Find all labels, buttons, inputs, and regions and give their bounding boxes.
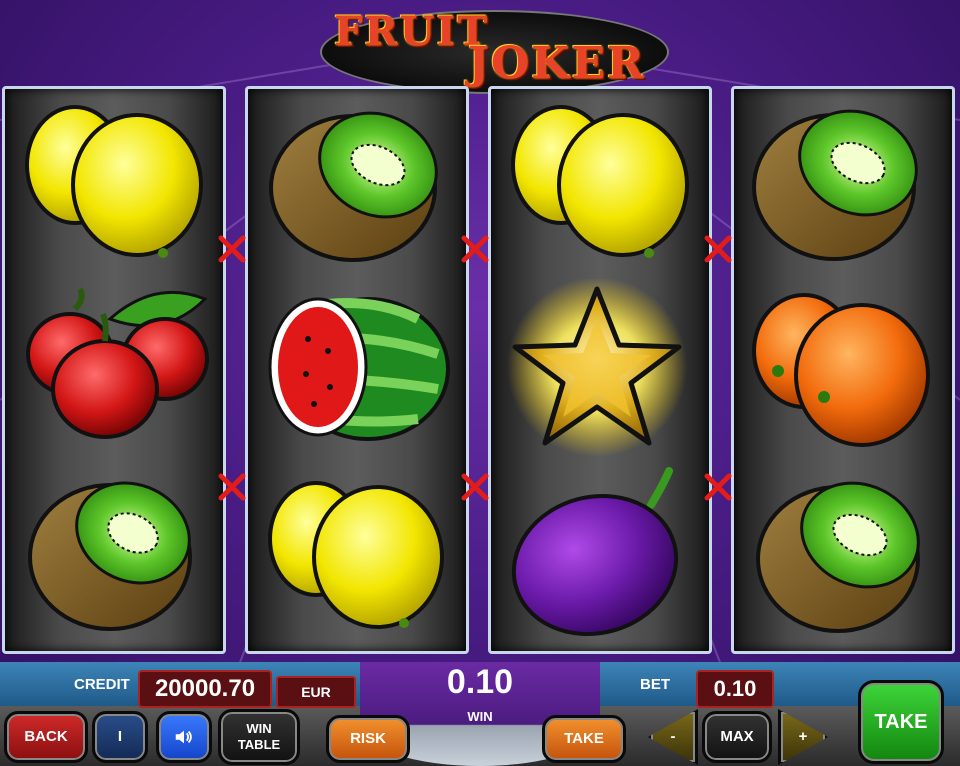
symbol-cherry bbox=[5, 279, 223, 459]
kiwi-icon bbox=[28, 481, 192, 631]
win-table-label: WIN TABLE bbox=[238, 721, 280, 753]
reel-4 bbox=[731, 86, 955, 654]
win-value: 0.10 bbox=[446, 663, 514, 701]
win-table-line1: WIN bbox=[246, 721, 272, 736]
kiwi-icon bbox=[269, 111, 438, 262]
watermelon-icon bbox=[268, 297, 450, 441]
risk-button[interactable]: RISK bbox=[326, 715, 410, 763]
symbol-kiwi bbox=[5, 465, 223, 645]
plum-icon bbox=[511, 467, 679, 637]
currency-badge: EUR bbox=[276, 676, 356, 708]
speaker-icon bbox=[175, 730, 192, 744]
back-button[interactable]: BACK bbox=[4, 711, 88, 763]
symbol-orange bbox=[734, 279, 952, 459]
symbol-kiwi bbox=[248, 93, 466, 273]
kiwi-icon bbox=[752, 109, 918, 261]
symbol-watermelon bbox=[248, 279, 466, 459]
bet-value: 0.10 bbox=[696, 670, 774, 708]
take-button[interactable]: TAKE bbox=[858, 680, 944, 764]
info-button[interactable]: I bbox=[92, 711, 148, 763]
symbol-lemon bbox=[248, 465, 466, 645]
symbol-star bbox=[491, 277, 709, 459]
x-marker bbox=[460, 472, 490, 502]
take-gamble-button[interactable]: TAKE bbox=[542, 715, 626, 763]
lemon-icon bbox=[511, 105, 689, 258]
logo-word-fruit: FRUIT bbox=[334, 8, 489, 55]
reel-2 bbox=[245, 86, 469, 654]
lemon-icon bbox=[268, 481, 444, 629]
credit-label: CREDIT bbox=[74, 676, 130, 693]
max-bet-button[interactable]: MAX bbox=[702, 711, 772, 763]
x-marker bbox=[217, 234, 247, 264]
win-table-button[interactable]: WIN TABLE bbox=[218, 709, 300, 765]
win-label: WIN bbox=[467, 709, 493, 724]
x-marker bbox=[703, 472, 733, 502]
symbol-kiwi bbox=[734, 93, 952, 273]
logo-word-joker: JOKER bbox=[468, 38, 646, 89]
game-logo: FRUIT JOKER bbox=[320, 2, 669, 94]
sound-button[interactable] bbox=[156, 711, 212, 763]
bet-label: BET bbox=[640, 676, 670, 693]
x-marker bbox=[703, 234, 733, 264]
x-marker bbox=[217, 472, 247, 502]
reel-3 bbox=[488, 86, 712, 654]
kiwi-icon bbox=[756, 481, 920, 633]
cherry-icon bbox=[26, 287, 209, 439]
symbol-kiwi bbox=[734, 465, 952, 645]
star-icon bbox=[507, 277, 687, 457]
symbol-plum bbox=[491, 465, 709, 645]
credit-value: 20000.70 bbox=[138, 670, 272, 708]
orange-icon bbox=[752, 293, 930, 447]
win-table-line2: TABLE bbox=[237, 737, 281, 752]
x-marker bbox=[460, 234, 490, 264]
symbol-lemon bbox=[491, 93, 709, 273]
lemon-icon bbox=[25, 105, 203, 258]
reel-1 bbox=[2, 86, 226, 654]
symbol-lemon bbox=[5, 93, 223, 273]
